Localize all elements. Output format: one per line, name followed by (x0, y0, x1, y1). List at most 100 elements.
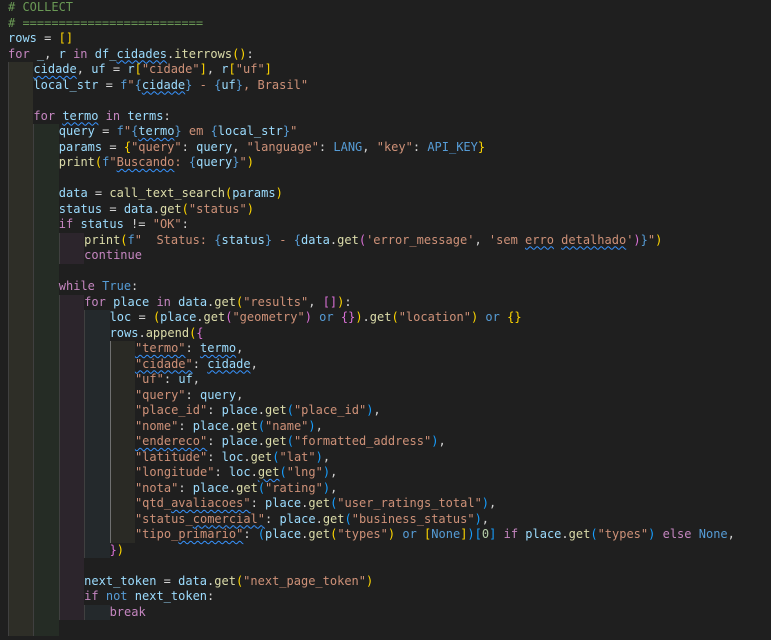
indent-guide (58, 558, 85, 574)
code-token: ) (655, 232, 663, 247)
code-line[interactable] (0, 263, 771, 279)
indent-guide (109, 372, 135, 388)
code-line[interactable]: "nome": place.get("name"), (0, 418, 771, 434)
code-line[interactable]: local_str = f"{cidade} - {uf}, Brasil" (0, 77, 771, 93)
code-token: "uf" (134, 372, 164, 386)
code-token: : (178, 480, 193, 495)
indent-guide (33, 403, 59, 419)
code-line[interactable]: "place_id": place.get("place_id"), (0, 403, 771, 419)
code-token: () (232, 46, 247, 61)
code-token: API_KEY (427, 139, 478, 154)
code-line[interactable]: }) (0, 542, 771, 558)
code-line[interactable]: query = f"{termo} em {local_str}" (0, 124, 771, 140)
code-token: "rating" (265, 480, 323, 495)
code-token: get (265, 403, 287, 417)
code-line[interactable]: loc = (place.get("geometry") or {}).get(… (0, 310, 771, 326)
code-token: "termo" (134, 341, 186, 355)
indent-guide (58, 480, 85, 496)
code-line[interactable] (0, 170, 771, 186)
code-line[interactable]: "query": query, (0, 387, 771, 403)
code-token: ) (481, 496, 490, 510)
code-token: uf (178, 372, 193, 386)
code-line[interactable]: params = {"query": query, "language": LA… (0, 139, 771, 155)
code-token: = (102, 139, 124, 154)
code-line[interactable]: break (0, 604, 771, 620)
code-token: ] (264, 62, 272, 76)
code-line[interactable]: for place in data.get("results", []): (0, 294, 771, 310)
code-token: cidade (141, 77, 186, 92)
indent-guide (8, 511, 34, 527)
code-token: "latitude" (134, 449, 208, 464)
code-line[interactable]: data = call_text_search(params) (0, 186, 771, 202)
code-line[interactable]: "qtd_avaliacoes": place.get("user_rating… (0, 496, 771, 512)
code-token: get (236, 480, 258, 495)
code-token: : (174, 155, 189, 169)
code-token: "types" (337, 527, 388, 541)
code-token: : (265, 511, 280, 526)
code-token: local_str (217, 124, 283, 138)
code-line[interactable]: "tipo_primario": (place.get("types") or … (0, 527, 771, 543)
code-line[interactable]: next_token = data.get("next_page_token") (0, 573, 771, 589)
code-line[interactable]: continue (0, 248, 771, 264)
code-token: place (525, 527, 562, 541)
code-token: : (207, 589, 215, 603)
code-line[interactable]: "nota": place.get("rating"), (0, 480, 771, 496)
indent-guide (109, 465, 135, 481)
code-line[interactable]: # COLLECT (0, 0, 771, 16)
code-token: status (58, 201, 103, 216)
code-token: : (207, 403, 222, 417)
code-line[interactable]: "termo": termo, (0, 341, 771, 357)
code-line[interactable]: # ========================= (0, 16, 771, 32)
code-token: break (109, 604, 146, 619)
code-token: - (272, 232, 294, 247)
code-line[interactable]: if status != "OK": (0, 217, 771, 233)
code-line[interactable]: for termo in terms: (0, 108, 771, 124)
code-line[interactable]: "endereco": place.get("formatted_address… (0, 434, 771, 450)
code-token: , (489, 496, 497, 510)
code-line[interactable] (0, 558, 771, 574)
code-line[interactable]: for _, r in df_cidades.iterrows(): (0, 47, 771, 63)
code-token: ( (590, 527, 598, 541)
indent-guide (109, 356, 135, 372)
indent-guide (33, 604, 59, 620)
code-line[interactable]: "status_comercial": place.get("business_… (0, 511, 771, 527)
code-token: : (185, 387, 200, 402)
code-line[interactable] (0, 93, 771, 109)
indent-guide (58, 372, 85, 388)
code-line[interactable]: if not next_token: (0, 589, 771, 605)
code-token: ( (120, 232, 128, 247)
code-line[interactable]: "longitude": loc.get("lng"), (0, 465, 771, 481)
code-line[interactable]: "cidade": cidade, (0, 356, 771, 372)
code-token: "longitude" (134, 465, 215, 479)
code-line[interactable]: cidade, uf = r["cidade"], r["uf"] (0, 62, 771, 78)
code-token: print (84, 232, 121, 247)
code-line[interactable]: rows = [] (0, 31, 771, 47)
indent-guide (58, 589, 85, 605)
code-token: ( (344, 511, 352, 526)
code-token: [] (58, 31, 74, 45)
code-line[interactable]: print(f"Buscando: {query}") (0, 155, 771, 171)
code-token: . (196, 310, 204, 324)
code-token: , (330, 465, 338, 479)
code-line[interactable]: status = data.get("status") (0, 201, 771, 217)
code-line[interactable]: rows.append({ (0, 325, 771, 341)
code-token: "cidade" (141, 62, 200, 76)
code-token: : (214, 465, 229, 479)
indent-guide (33, 139, 59, 155)
code-line[interactable]: print(f" Status: {status} - {data.get('e… (0, 232, 771, 248)
code-line[interactable]: while True: (0, 279, 771, 295)
code-token: "place_id" (293, 403, 367, 417)
code-token: get (214, 294, 236, 309)
indent-guide (33, 325, 59, 341)
indent-guide (58, 573, 85, 589)
code-line[interactable]: "latitude": loc.get("lat"), (0, 449, 771, 465)
code-line[interactable]: "uf": uf, (0, 372, 771, 388)
indent-guide (33, 294, 59, 310)
code-editor[interactable]: # COLLECT # ========================= rows… (0, 0, 771, 640)
code-token: : (163, 108, 171, 123)
indent-guide (84, 496, 110, 512)
code-token: call_text_search (109, 186, 225, 200)
code-token: em (181, 124, 211, 138)
code-line[interactable] (0, 620, 771, 636)
